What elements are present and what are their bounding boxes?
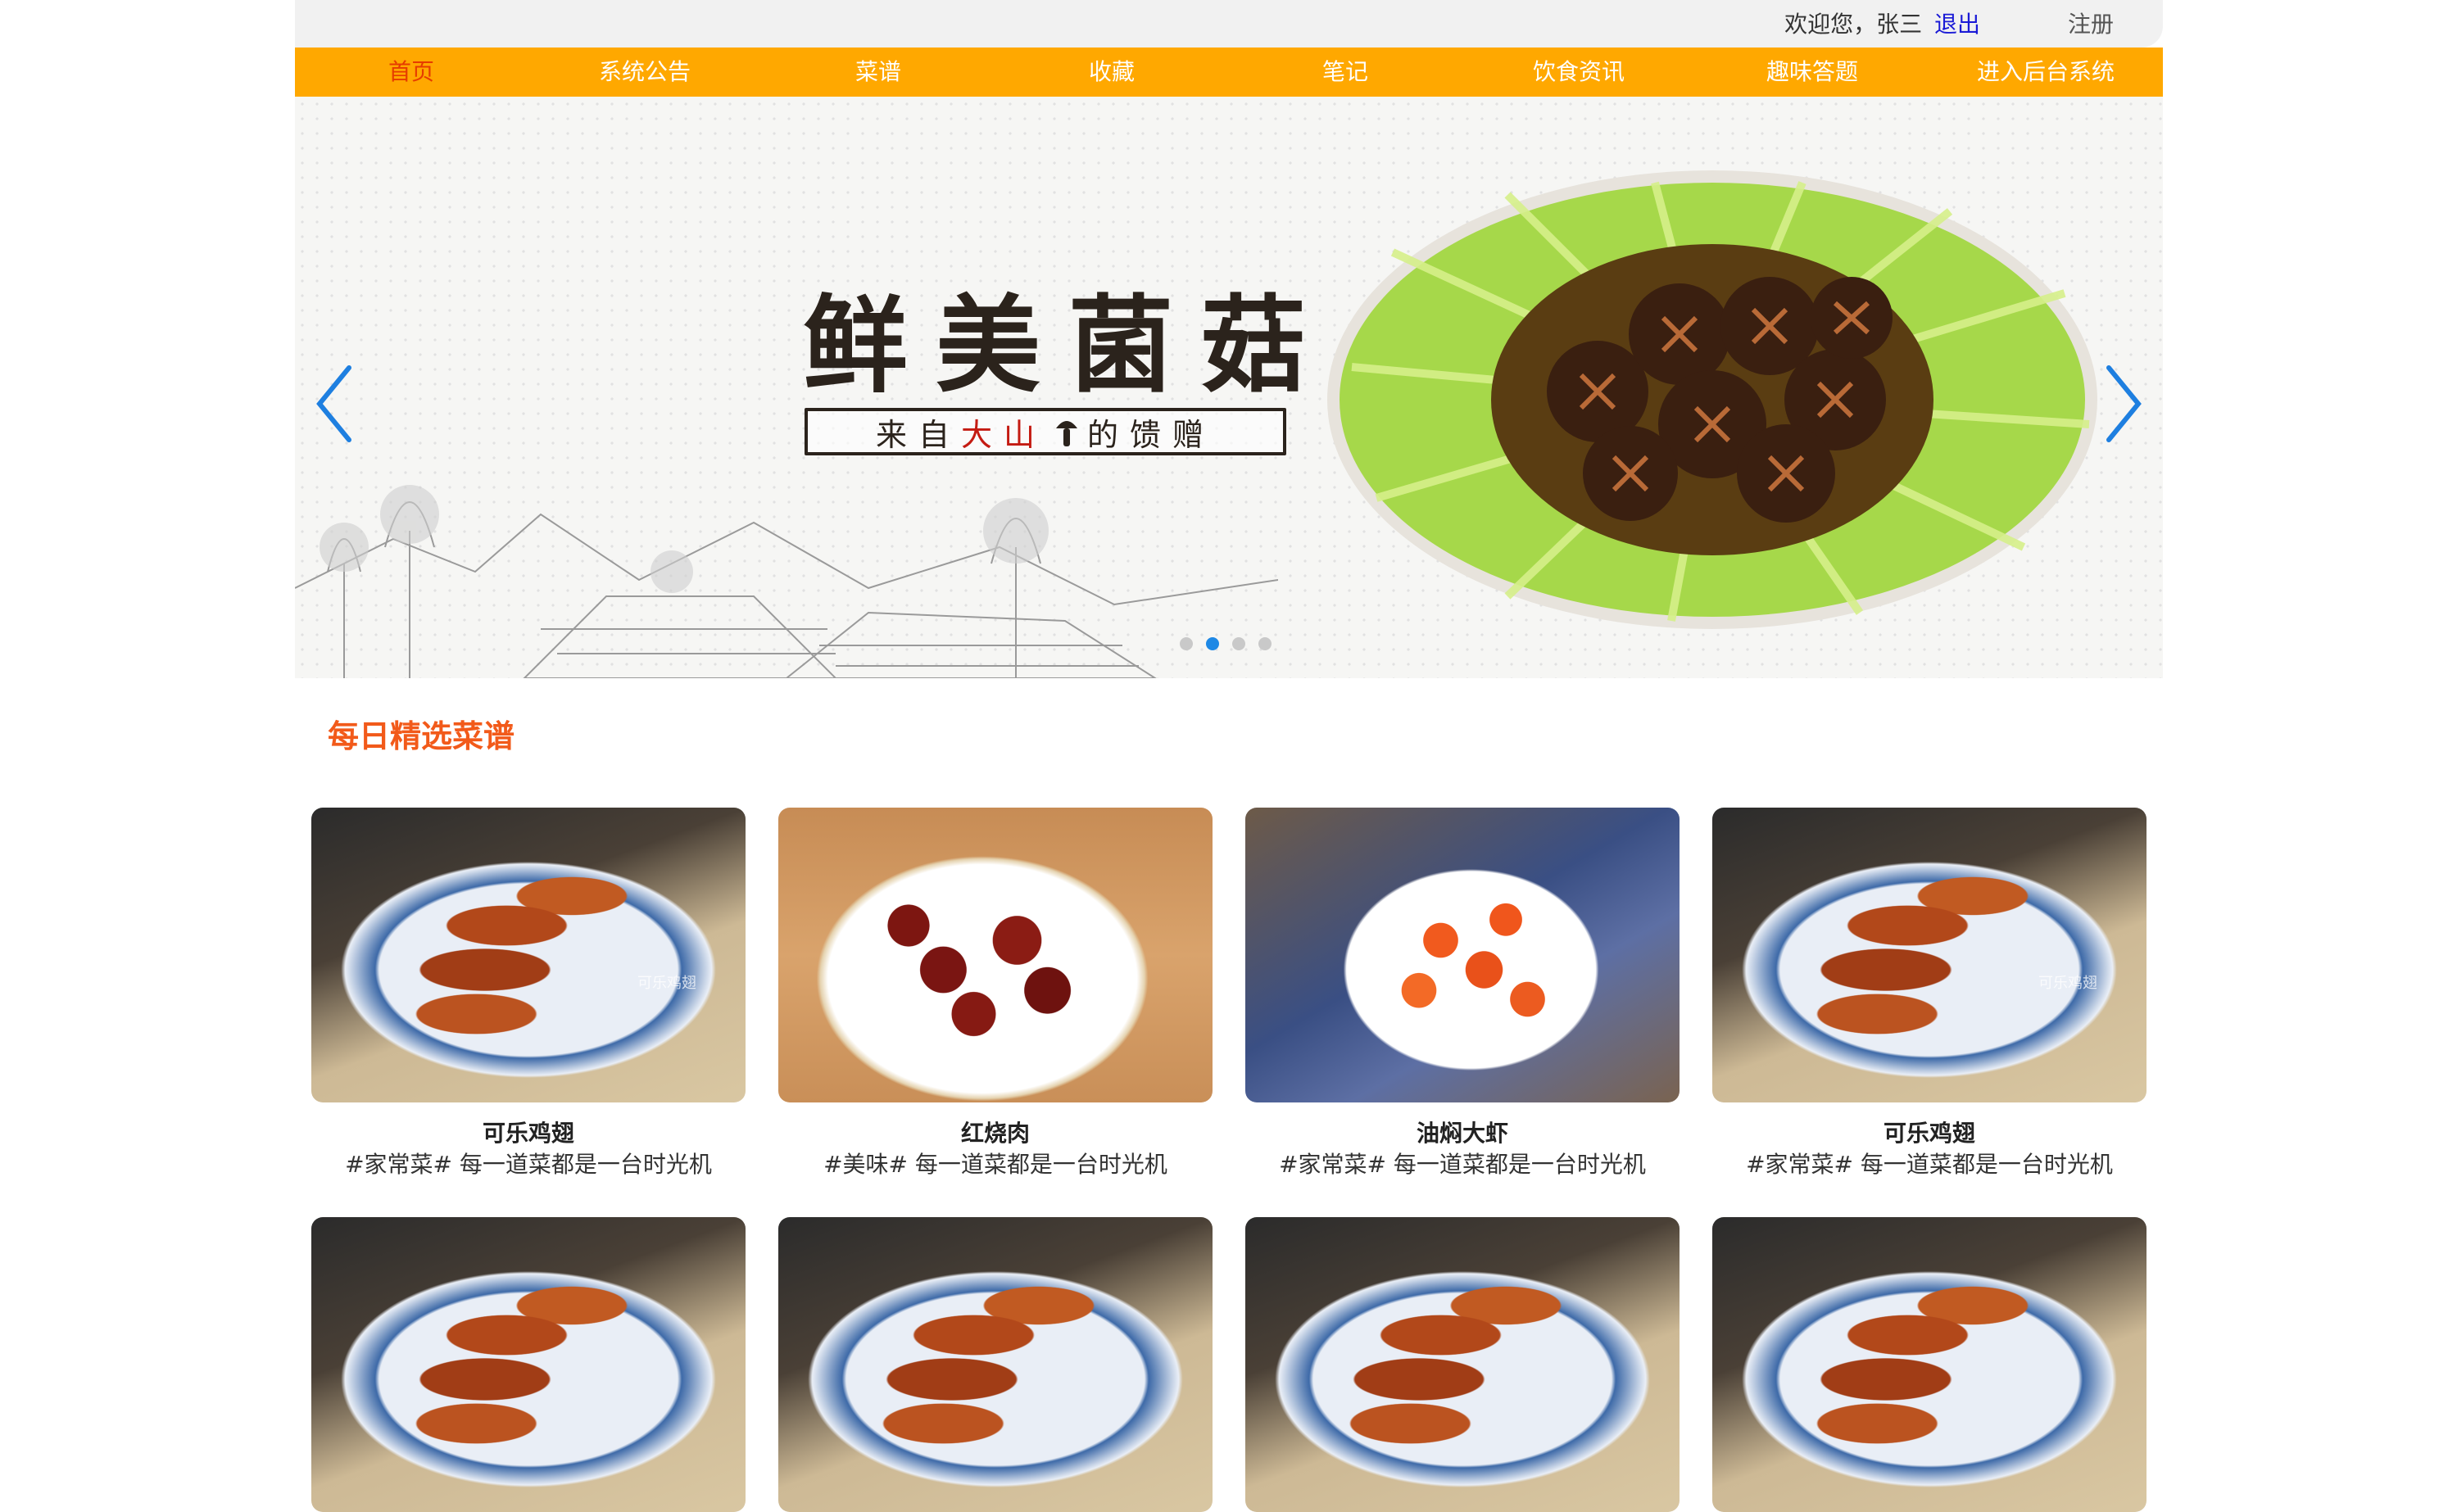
welcome-area: 欢迎您，张三 退出 — [1784, 8, 1980, 41]
recipe-desc: #美味# 每一道菜都是一台时光机 — [823, 1151, 1167, 1178]
recipe-image-wings — [311, 1217, 746, 1512]
recipe-name: 可乐鸡翅 — [1883, 1120, 1975, 1147]
banner-carousel: 鲜美菌菇 来自 大山 的馈赠 — [295, 97, 2163, 678]
user-bar: 欢迎您，张三 退出 注册 — [295, 0, 2163, 48]
recipe-desc: #家常菜# 每一道菜都是一台时光机 — [1746, 1151, 2113, 1178]
recipe-desc: #家常菜# 每一道菜都是一台时光机 — [345, 1151, 712, 1178]
nav-item-favorites[interactable]: 收藏 — [1089, 48, 1135, 97]
recipe-card[interactable]: 红烧肉 #美味# 每一道菜都是一台时光机 — [778, 808, 1213, 1181]
nav-item-food-news[interactable]: 饮食资讯 — [1533, 48, 1625, 97]
carousel-indicators — [1180, 637, 1272, 650]
recipe-image-wings: 可乐鸡翅 — [311, 808, 746, 1102]
carousel-prev-button[interactable] — [310, 355, 359, 453]
recipe-card[interactable] — [778, 1217, 1213, 1512]
recipe-card[interactable] — [311, 1217, 746, 1512]
recipe-image-pork — [778, 808, 1213, 1102]
tagline-part-2: 的馈赠 — [1087, 416, 1216, 453]
tagline-part-1: 来自 — [875, 416, 961, 453]
recipe-name: 油焖大虾 — [1416, 1120, 1508, 1147]
tagline-highlight: 大山 — [960, 416, 1046, 453]
recipe-image-wings — [778, 1217, 1213, 1512]
section-title-daily-recipes: 每日精选菜谱 — [328, 718, 515, 754]
nav-item-recipes[interactable]: 菜谱 — [855, 48, 901, 97]
recipe-card[interactable]: 油焖大虾 #家常菜# 每一道菜都是一台时光机 — [1245, 808, 1680, 1181]
nav-item-quiz[interactable]: 趣味答题 — [1766, 48, 1858, 97]
banner-tagline: 来自 大山 的馈赠 — [805, 408, 1286, 455]
recipe-name: 可乐鸡翅 — [482, 1120, 574, 1147]
mushroom-icon — [1054, 415, 1079, 448]
carousel-dot-1[interactable] — [1180, 637, 1193, 650]
recipe-image-shrimp — [1245, 808, 1680, 1102]
nav-item-announcements[interactable]: 系统公告 — [599, 48, 691, 97]
recipe-card[interactable] — [1245, 1217, 1680, 1512]
banner-headline: 鲜美菌菇 — [803, 284, 1335, 407]
recipe-card[interactable]: 可乐鸡翅 可乐鸡翅 #家常菜# 每一道菜都是一台时光机 — [311, 808, 746, 1181]
welcome-text: 欢迎您，张三 — [1784, 11, 1923, 38]
mushroom-dish-image — [1327, 170, 2097, 629]
recipe-desc: #家常菜# 每一道菜都是一台时光机 — [1279, 1151, 1646, 1178]
main-nav: 首页 系统公告 菜谱 收藏 笔记 饮食资讯 趣味答题 进入后台系统 — [295, 48, 2163, 97]
nav-item-admin[interactable]: 进入后台系统 — [1977, 48, 2115, 97]
logout-link[interactable]: 退出 — [1934, 11, 1980, 38]
recipe-card[interactable] — [1712, 1217, 2146, 1512]
recipe-image-wings: 可乐鸡翅 — [1712, 808, 2146, 1102]
recipe-name: 红烧肉 — [960, 1120, 1030, 1147]
recipe-card[interactable]: 可乐鸡翅 可乐鸡翅 #家常菜# 每一道菜都是一台时光机 — [1712, 808, 2146, 1181]
image-watermark: 可乐鸡翅 — [2038, 975, 2097, 992]
carousel-dot-3[interactable] — [1232, 637, 1245, 650]
page-container: 欢迎您，张三 退出 注册 首页 系统公告 菜谱 收藏 笔记 饮食资讯 趣味答题 … — [295, 0, 2163, 1512]
carousel-dot-4[interactable] — [1258, 637, 1272, 650]
chevron-right-icon — [2106, 365, 2142, 442]
nav-item-home[interactable]: 首页 — [388, 48, 434, 97]
recipe-image-wings — [1712, 1217, 2146, 1512]
chevron-left-icon — [316, 365, 351, 442]
carousel-next-button[interactable] — [2099, 355, 2148, 453]
image-watermark: 可乐鸡翅 — [637, 975, 696, 992]
nav-item-notes[interactable]: 笔记 — [1322, 48, 1368, 97]
carousel-dot-2[interactable] — [1206, 637, 1219, 650]
register-link[interactable]: 注册 — [2068, 8, 2114, 41]
recipe-image-wings — [1245, 1217, 1680, 1512]
